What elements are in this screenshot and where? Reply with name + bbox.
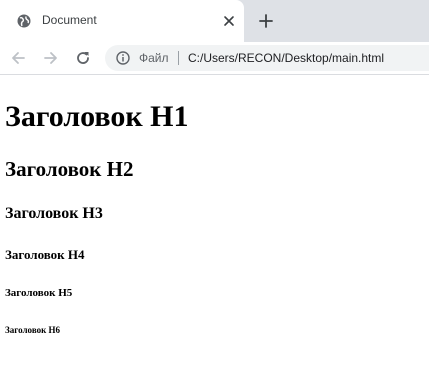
plus-icon[interactable] xyxy=(258,13,274,29)
tab-title: Document xyxy=(42,13,97,27)
heading-h4: Заголовок H4 xyxy=(5,247,85,262)
omnibox-divider xyxy=(178,51,179,65)
heading-h3: Заголовок H3 xyxy=(5,205,103,222)
info-icon[interactable] xyxy=(116,51,130,65)
heading-h6: Заголовок H6 xyxy=(5,325,61,335)
toolbar: Файл C:/Users/RECON/Desktop/main.html xyxy=(0,42,429,75)
scheme-label: Файл xyxy=(139,51,169,65)
heading-h2: Заголовок H2 xyxy=(5,157,134,181)
heading-h1: Заголовок H1 xyxy=(5,100,189,133)
address-bar[interactable]: Файл C:/Users/RECON/Desktop/main.html xyxy=(105,45,429,71)
heading-h5: Заголовок H5 xyxy=(5,287,73,299)
arrow-left-icon[interactable] xyxy=(10,50,26,66)
reload-icon[interactable] xyxy=(75,50,91,66)
arrow-right-icon[interactable] xyxy=(43,50,59,66)
tab-strip: Document xyxy=(0,0,429,42)
tab-document[interactable]: Document xyxy=(0,0,244,42)
globe-icon xyxy=(17,14,31,28)
url-text[interactable]: C:/Users/RECON/Desktop/main.html xyxy=(188,51,384,65)
close-icon[interactable] xyxy=(222,14,236,28)
browser-window: Document Файл C:/Users/RECON/Desktop/mai… xyxy=(0,0,429,371)
page-content: Заголовок H1 Заголовок H2 Заголовок H3 З… xyxy=(0,75,429,371)
